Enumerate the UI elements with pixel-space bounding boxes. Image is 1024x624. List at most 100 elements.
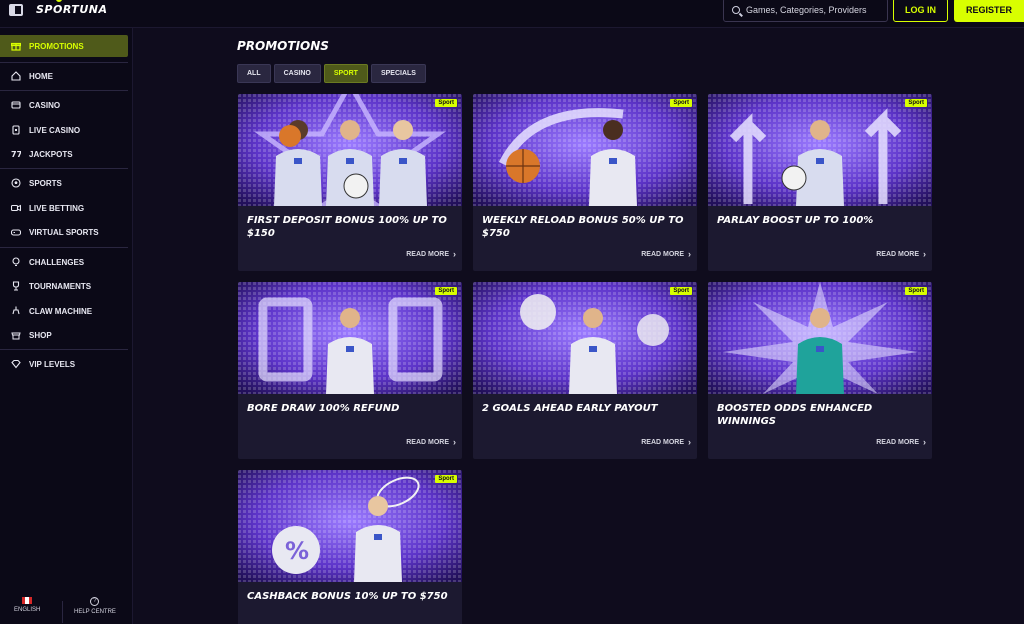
filter-tab-sport[interactable]: SPORT — [323, 64, 368, 83]
page-title: PROMOTIONS — [237, 39, 329, 53]
promo-title: FIRST DEPOSIT BONUS 100% UP TO $150 — [247, 215, 447, 239]
canada-flag-icon — [22, 597, 33, 604]
category-badge: Sport — [435, 287, 457, 295]
read-more-link[interactable]: READ MORE › — [641, 438, 691, 447]
search-input[interactable] — [746, 5, 886, 15]
promo-illustration: % — [238, 470, 462, 582]
promo-image[interactable] — [708, 94, 932, 206]
home-icon — [11, 71, 21, 81]
chevron-right-icon: › — [453, 249, 456, 259]
promo-image[interactable] — [238, 94, 462, 206]
live-casino-icon — [11, 125, 21, 135]
sidebar-item-sports[interactable]: SPORTS — [0, 172, 128, 194]
register-button[interactable]: REGISTER — [954, 0, 1024, 22]
sidebar-item-label: HOME — [29, 71, 53, 81]
promo-illustration — [473, 94, 697, 206]
promo-title: BOOSTED ODDS ENHANCED WINNINGS — [717, 403, 873, 427]
help-label: HELP CENTRE — [74, 609, 116, 615]
sidebar-item-shop[interactable]: SHOP — [0, 324, 128, 346]
promo-illustration — [238, 282, 462, 394]
promo-card[interactable]: Sport 2 GOALS AHEAD EARLY PAYOUT READ MORE… — [473, 282, 697, 459]
sidebar-divider — [0, 62, 128, 63]
read-more-label: READ MORE — [641, 251, 684, 258]
promo-image[interactable] — [708, 282, 932, 394]
promo-title: PARLAY BOOST UP TO 100% — [717, 215, 874, 226]
sidebar-item-tournaments[interactable]: TOURNAMENTS — [0, 275, 128, 297]
sidebar-item-virtual-sports[interactable]: VIRTUAL SPORTS — [0, 221, 128, 243]
category-badge: Sport — [670, 99, 692, 107]
read-more-link[interactable]: READ MORE › — [406, 250, 456, 259]
top-bar: SPORTUNA LOG IN REGISTER — [0, 0, 1024, 28]
shop-icon — [11, 330, 21, 340]
sidebar-divider — [0, 168, 128, 169]
category-badge: Sport — [435, 475, 457, 483]
sidebar-item-label: CASINO — [29, 100, 61, 110]
promo-title: CASHBACK BONUS 10% UP TO $750 — [247, 591, 448, 602]
sidebar-item-home[interactable]: HOME — [0, 65, 128, 87]
promo-illustration — [473, 282, 697, 394]
promo-image[interactable]: % — [238, 470, 462, 582]
read-more-link[interactable]: READ MORE › — [876, 250, 926, 259]
sidebar-item-challenges[interactable]: CHALLENGES — [0, 251, 128, 273]
promo-card[interactable]: Sport BOOSTED ODDS ENHANCED WINNINGS READ … — [708, 282, 932, 459]
sidebar-item-live-casino[interactable]: LIVE CASINO — [0, 119, 128, 141]
gamepad-icon — [10, 227, 22, 237]
promo-title: 2 GOALS AHEAD EARLY PAYOUT — [482, 403, 658, 414]
search-box[interactable] — [723, 0, 888, 22]
help-centre-link[interactable]: ? HELP CENTRE — [74, 597, 116, 615]
sidebar-divider — [0, 247, 128, 248]
promo-image[interactable] — [238, 282, 462, 394]
promo-card[interactable]: Sport BORE DRAW 100% REFUND READ MORE › — [238, 282, 462, 459]
promo-card[interactable]: Sport WEEKLY RELOAD BONUS 50% UP TO $750 R… — [473, 94, 697, 271]
casino-icon — [11, 100, 21, 110]
jackpot-icon: 77 — [11, 149, 22, 159]
filter-tab-specials[interactable]: SPECIALS — [370, 64, 426, 83]
sidebar-item-live-betting[interactable]: LIVE BETTING — [0, 197, 128, 219]
promo-card[interactable]: %SportCASHBACK BONUS 10% UP TO $750READ … — [238, 470, 462, 624]
sidebar-item-label: VIP LEVELS — [29, 359, 76, 369]
promo-illustration — [708, 282, 932, 394]
sidebar-item-label: LIVE BETTING — [29, 203, 85, 213]
sidebar-item-vip-levels[interactable]: VIP LEVELS — [0, 353, 128, 375]
read-more-label: READ MORE — [406, 251, 449, 258]
sidebar-divider — [0, 349, 128, 350]
promo-image[interactable] — [473, 94, 697, 206]
footer-divider — [62, 601, 63, 623]
read-more-link[interactable]: READ MORE › — [641, 250, 691, 259]
promo-image[interactable] — [473, 282, 697, 394]
category-badge: Sport — [905, 99, 927, 107]
svg-text:77: 77 — [11, 150, 21, 159]
lightbulb-icon — [11, 257, 21, 267]
sidebar-item-label: PROMOTIONS — [29, 41, 84, 51]
sidebar-item-label: TOURNAMENTS — [29, 281, 92, 291]
soccer-ball-icon — [11, 178, 21, 188]
claw-icon — [11, 306, 21, 316]
sidebar-item-claw-machine[interactable]: CLAW MACHINE — [0, 300, 128, 322]
language-label: ENGLISH — [14, 607, 41, 613]
logo-mark — [56, 0, 62, 2]
chevron-right-icon: › — [688, 249, 691, 259]
trophy-icon — [11, 281, 21, 291]
read-more-link[interactable]: READ MORE › — [406, 438, 456, 447]
promo-card[interactable]: Sport PARLAY BOOST UP TO 100% READ MORE › — [708, 94, 932, 271]
category-badge: Sport — [670, 287, 692, 295]
language-selector[interactable]: ENGLISH — [14, 597, 40, 613]
filter-tab-casino[interactable]: CASINO — [273, 64, 321, 83]
read-more-label: READ MORE — [406, 439, 449, 446]
help-icon: ? — [90, 597, 100, 606]
sidebar-item-casino[interactable]: CASINO — [0, 94, 128, 116]
read-more-link[interactable]: READ MORE › — [876, 438, 926, 447]
sidebar-item-label: CLAW MACHINE — [29, 306, 93, 316]
sidebar-item-label: LIVE CASINO — [29, 125, 81, 135]
diamond-icon — [11, 359, 21, 369]
filter-tab-all[interactable]: ALL — [237, 64, 271, 83]
sidebar-item-label: CHALLENGES — [29, 257, 85, 267]
logo[interactable]: SPORTUNA — [36, 3, 107, 16]
sidebar-item-jackpots[interactable]: 77 JACKPOTS — [0, 143, 128, 165]
promo-title: BORE DRAW 100% REFUND — [247, 403, 400, 414]
promo-card[interactable]: Sport FIRST DEPOSIT BONUS 100% UP TO $150… — [238, 94, 462, 271]
sidebar-item-promotions[interactable]: PROMOTIONS — [0, 35, 128, 57]
category-badge: Sport — [905, 287, 927, 295]
login-button[interactable]: LOG IN — [893, 0, 948, 22]
sidebar-toggle-icon[interactable] — [9, 4, 23, 16]
